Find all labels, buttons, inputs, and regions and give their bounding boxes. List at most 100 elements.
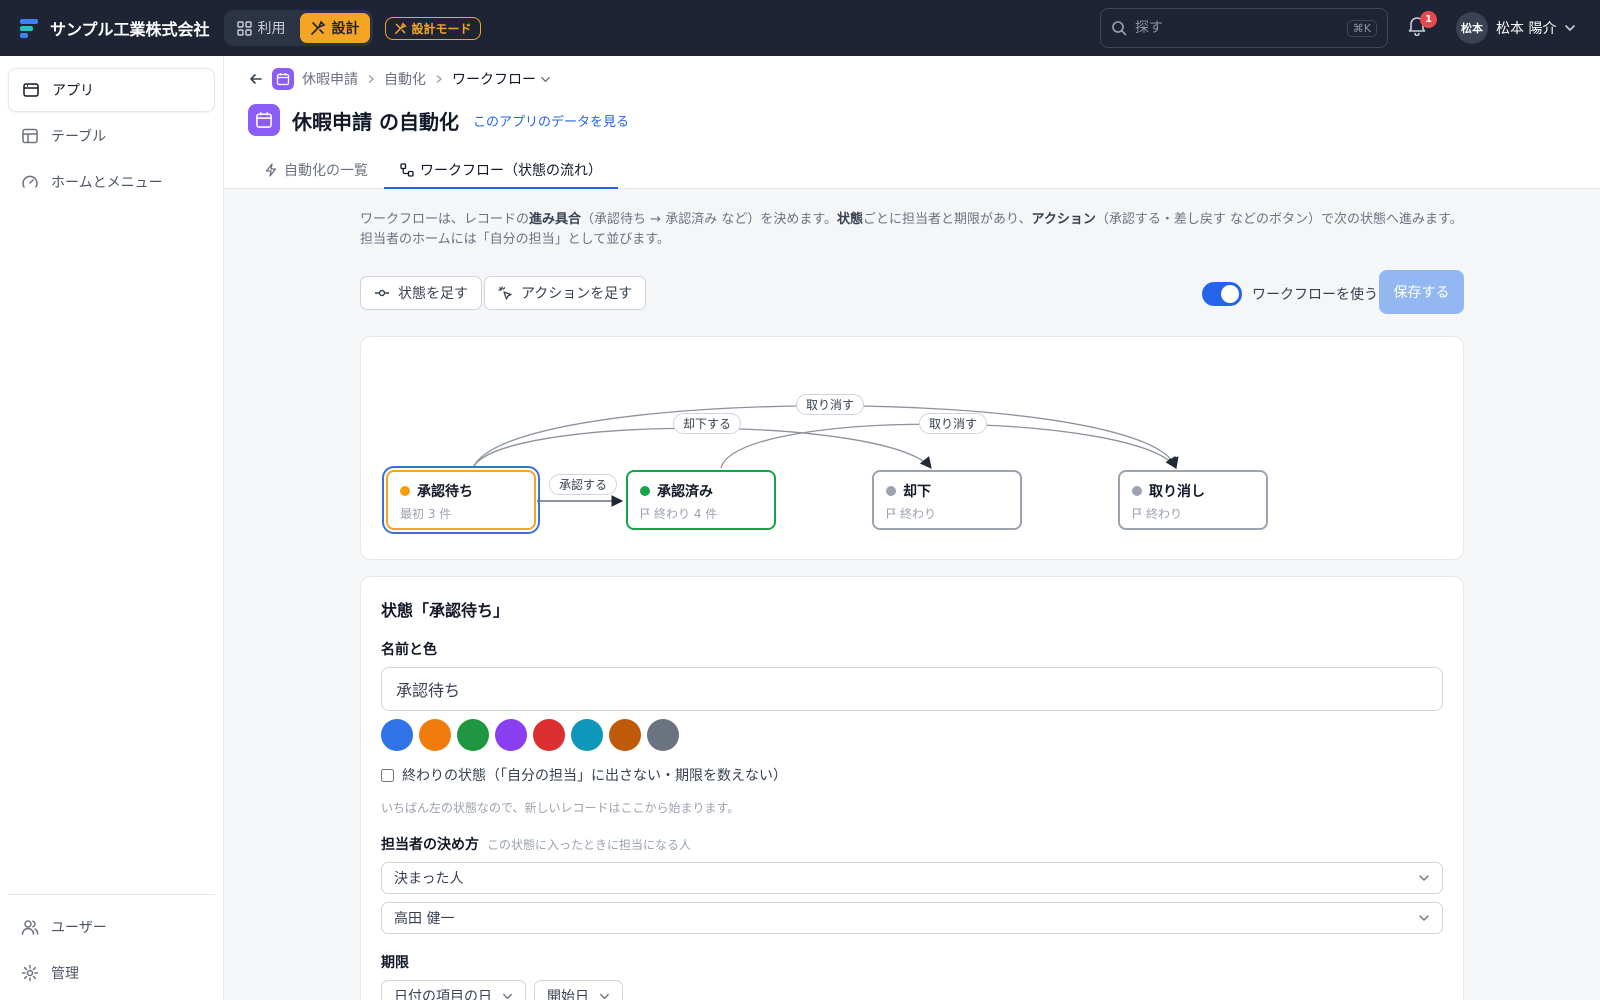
breadcrumb: 休暇申請 自動化 ワークフロー [248,68,551,90]
user-menu[interactable]: 松本 松本 陽介 [1456,12,1576,44]
tab-automation-list[interactable]: 自動化の一覧 [248,152,384,189]
color-swatch-purple[interactable] [495,719,527,751]
color-swatch-teal[interactable] [571,719,603,751]
assignee-mode-value: 決まった人 [394,871,464,887]
mode-design-button[interactable]: 設計 [299,13,370,43]
tabs: 自動化の一覧 ワークフロー（状態の流れ） [248,152,618,189]
tab-workflow[interactable]: ワークフロー（状態の流れ） [384,152,618,189]
state-node-pending[interactable]: 承認待ち 最初 3 件 [382,466,540,534]
state-node-cancelled[interactable]: 取り消し 終わり [1118,470,1268,530]
action-label-reject[interactable]: 却下する [673,413,742,434]
notifications-button[interactable]: 1 [1406,11,1437,42]
global-search[interactable]: ⌘K [1100,8,1388,48]
chevron-down-icon [541,76,550,82]
deadline-selects: 日付の項目の日 開始日 [381,980,1443,1000]
add-state-label: 状態を足す [398,286,468,302]
add-action-button[interactable]: アクションを足す [484,276,647,310]
view-app-data-link[interactable]: このアプリのデータを見る [473,111,629,130]
color-swatch-gray[interactable] [647,719,679,751]
search-shortcut: ⌘K [1346,19,1377,37]
assignee-label: 担当者の決め方 この状態に入ったときに担当になる人 [381,834,1443,854]
state-color-dot [400,486,410,496]
color-swatch-brown[interactable] [609,719,641,751]
back-arrow-icon[interactable] [248,71,264,87]
assignee-person-select[interactable]: 高田 健一 [381,902,1443,934]
action-label-cancel[interactable]: 取り消す [796,394,865,415]
chevron-down-icon [1565,25,1576,32]
search-input[interactable] [1135,20,1339,36]
gear-icon [21,964,39,982]
sidebar-item-label: ユーザー [51,920,107,936]
breadcrumb-current-label: ワークフロー [452,72,536,88]
sidebar-item-label: テーブル [51,129,107,145]
chevron-down-icon [1419,875,1429,882]
mode-use-button[interactable]: 利用 [227,13,296,43]
sidebar-item-apps[interactable]: アプリ [8,68,215,112]
state-sub: 終わり [886,505,1008,522]
deadline-field-select[interactable]: 開始日 [534,980,623,1000]
state-node-icon [375,289,389,297]
workflow-toolbar: 状態を足す アクションを足す ワークフローを使う 保存する [360,270,1464,314]
avatar: 松本 [1456,12,1488,44]
name-color-label-text: 名前と色 [381,642,437,658]
notification-count-badge: 1 [1420,11,1437,28]
state-name: 取り消し [1132,481,1254,501]
name-color-label: 名前と色 [381,639,1443,659]
state-name-label: 取り消し [1149,484,1205,500]
state-name-label: 承認済み [657,484,713,500]
deadline-type-select[interactable]: 日付の項目の日 [381,980,526,1000]
assignee-mode-select[interactable]: 決まった人 [381,862,1443,894]
top-bar: サンプル工業株式会社 利用 設計 設計モード ⌘K 1 松本 松本 陽介 [0,0,1600,56]
state-color-dot [640,486,650,496]
flag-icon [886,508,896,519]
brand[interactable]: サンプル工業株式会社 [18,16,210,40]
sidebar-item-users[interactable]: ユーザー [8,905,215,949]
description-text: ワークフローは、レコードの [360,212,530,227]
workflow-content: ワークフローは、レコードの進み具合（承認待ち → 承認済み など）を決めます。状… [360,210,1464,1000]
breadcrumb-section[interactable]: 自動化 [384,69,426,89]
state-name: 却下 [886,481,1008,501]
final-state-checkbox[interactable] [381,768,394,782]
action-label-approve[interactable]: 承認する [549,474,618,495]
color-swatch-green[interactable] [457,719,489,751]
deadline-label: 期限 [381,952,1443,972]
state-node-rejected[interactable]: 却下 終わり [872,470,1022,530]
breadcrumb-app[interactable]: 休暇申請 [302,69,358,89]
sidebar-item-home-menu[interactable]: ホームとメニュー [8,160,215,204]
action-label-cancel[interactable]: 取り消す [919,413,988,434]
state-name-input[interactable] [381,667,1443,711]
app-icon-large [248,104,280,136]
state-color-dot [1132,486,1142,496]
company-logo-icon [20,19,38,38]
final-state-checkbox-label: 終わりの状態（「自分の担当」に出さない・期限を数えない） [402,768,787,784]
design-mode-label: 設計モード [411,21,472,36]
add-action-label: アクションを足す [521,286,633,302]
deadline-label-text: 期限 [381,955,409,971]
company-name: サンプル工業株式会社 [50,20,210,39]
assignee-person-value: 高田 健一 [394,911,455,927]
final-state-checkbox-row[interactable]: 終わりの状態（「自分の担当」に出さない・期限を数えない） [381,765,1443,785]
flag-icon [640,508,650,519]
user-name: 松本 陽介 [1496,21,1557,37]
description-text: ごとに担当者と期限があり、 [863,212,1032,227]
color-swatch-orange[interactable] [419,719,451,751]
use-workflow-label: ワークフローを使う [1252,287,1378,303]
flow-icon [400,162,414,177]
add-state-button[interactable]: 状態を足す [360,276,482,310]
breadcrumb-current[interactable]: ワークフロー [452,69,551,89]
use-workflow-toggle[interactable] [1202,282,1242,306]
save-button[interactable]: 保存する [1379,270,1464,314]
mode-switch: 利用 設計 [223,10,373,46]
color-swatch-red[interactable] [533,719,565,751]
calendar-icon [256,112,272,128]
color-swatch-blue[interactable] [381,719,413,751]
workflow-description: ワークフローは、レコードの進み具合（承認待ち → 承認済み など）を決めます。状… [360,210,1464,250]
state-color-dot [886,486,896,496]
deadline-type-value: 日付の項目の日 [394,989,492,1000]
edge-cancel-from-pending [472,405,1179,470]
state-name-label: 却下 [903,484,931,500]
sidebar-item-admin[interactable]: 管理 [8,951,215,995]
sidebar-item-tables[interactable]: テーブル [8,114,215,158]
table-icon [22,128,38,144]
state-node-approved[interactable]: 承認済み 終わり 4 件 [626,470,776,530]
